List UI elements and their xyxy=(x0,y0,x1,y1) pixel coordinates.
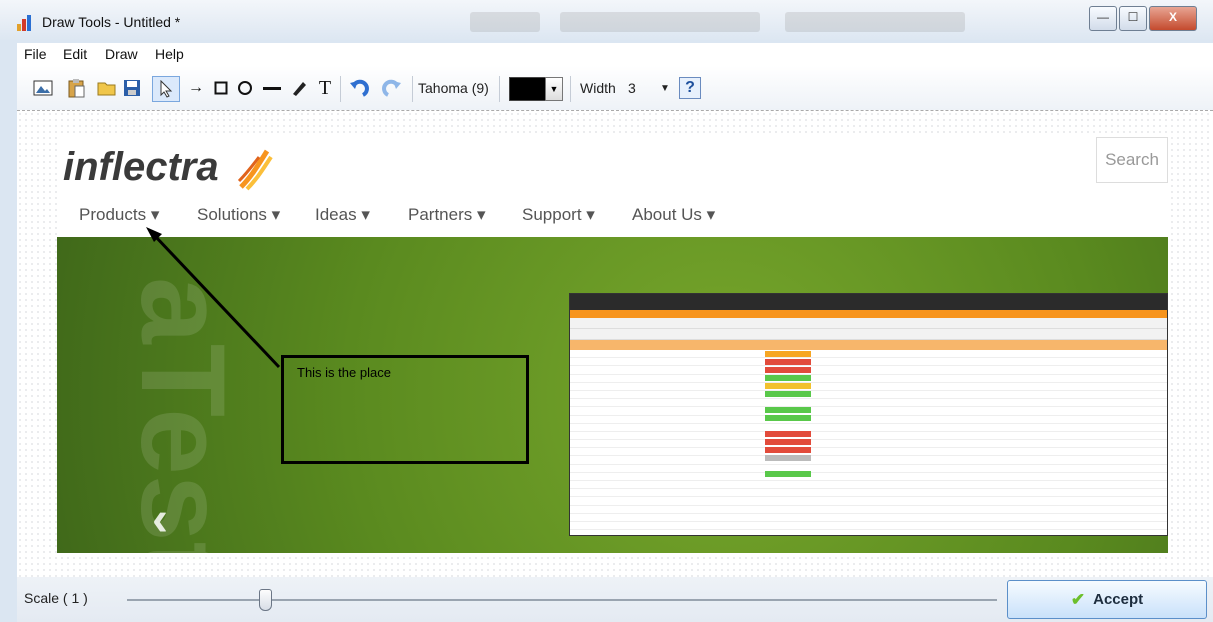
background-taskbar-item xyxy=(470,12,540,32)
menu-help[interactable]: Help xyxy=(155,46,184,62)
app-window: Draw Tools - Untitled * — ☐ X File Edit … xyxy=(0,0,1213,622)
insert-image-icon[interactable] xyxy=(32,76,54,100)
annotation-text[interactable]: This is the place xyxy=(297,365,391,380)
width-dropdown-icon[interactable]: ▼ xyxy=(660,83,670,94)
maximize-button[interactable]: ☐ xyxy=(1119,6,1147,31)
line-tool-icon[interactable] xyxy=(262,76,282,100)
window-title: Draw Tools - Untitled * xyxy=(42,14,181,30)
scale-label: Scale ( 1 ) xyxy=(24,590,88,606)
drawing-canvas[interactable]: inflectra Search Products ▾ Solutions ▾ … xyxy=(17,110,1213,578)
toolbar: → T Tahoma (9) ▼ Width 3 ▼ ? xyxy=(17,66,1213,110)
save-icon[interactable] xyxy=(121,76,143,100)
title-bar: Draw Tools - Untitled * — ☐ X xyxy=(0,0,1213,40)
menu-draw[interactable]: Draw xyxy=(105,46,138,62)
accept-button[interactable]: ✔ Accept xyxy=(1007,580,1207,619)
toolbar-separator xyxy=(499,76,500,102)
menu-bar: File Edit Draw Help xyxy=(17,43,1213,66)
undo-icon[interactable] xyxy=(347,76,371,100)
arrow-tool-icon[interactable]: → xyxy=(185,76,207,100)
annotation-arrow[interactable] xyxy=(57,137,1168,555)
toolbar-separator xyxy=(340,76,341,102)
width-label: Width xyxy=(580,80,616,96)
pencil-tool-icon[interactable] xyxy=(288,76,310,100)
accept-label: Accept xyxy=(1093,591,1144,608)
rectangle-tool-icon[interactable] xyxy=(212,76,230,100)
toolbar-separator xyxy=(570,76,571,102)
background-taskbar-item xyxy=(785,12,965,32)
close-button[interactable]: X xyxy=(1149,6,1197,31)
open-folder-icon[interactable] xyxy=(96,76,118,100)
font-selector[interactable]: Tahoma (9) xyxy=(418,80,489,96)
redo-icon[interactable] xyxy=(380,76,404,100)
background-taskbar-item xyxy=(560,12,760,32)
menu-file[interactable]: File xyxy=(24,46,47,62)
app-icon xyxy=(17,15,35,31)
minimize-button[interactable]: — xyxy=(1089,6,1117,31)
select-pointer-icon[interactable] xyxy=(152,76,180,102)
ellipse-tool-icon[interactable] xyxy=(235,76,255,100)
bottom-bar: Scale ( 1 ) ✔ Accept xyxy=(17,577,1213,622)
check-icon: ✔ xyxy=(1070,589,1086,609)
paste-icon[interactable] xyxy=(65,76,87,100)
scale-slider-track[interactable] xyxy=(127,599,997,601)
captured-screenshot: inflectra Search Products ▾ Solutions ▾ … xyxy=(57,137,1168,555)
scale-slider-thumb[interactable] xyxy=(259,589,272,611)
color-dropdown-icon[interactable]: ▼ xyxy=(545,77,563,101)
color-swatch[interactable] xyxy=(509,77,547,101)
menu-edit[interactable]: Edit xyxy=(63,46,87,62)
toolbar-separator xyxy=(412,76,413,102)
text-tool-icon[interactable]: T xyxy=(315,76,335,100)
width-value[interactable]: 3 xyxy=(628,80,636,96)
help-icon[interactable]: ? xyxy=(679,77,701,99)
